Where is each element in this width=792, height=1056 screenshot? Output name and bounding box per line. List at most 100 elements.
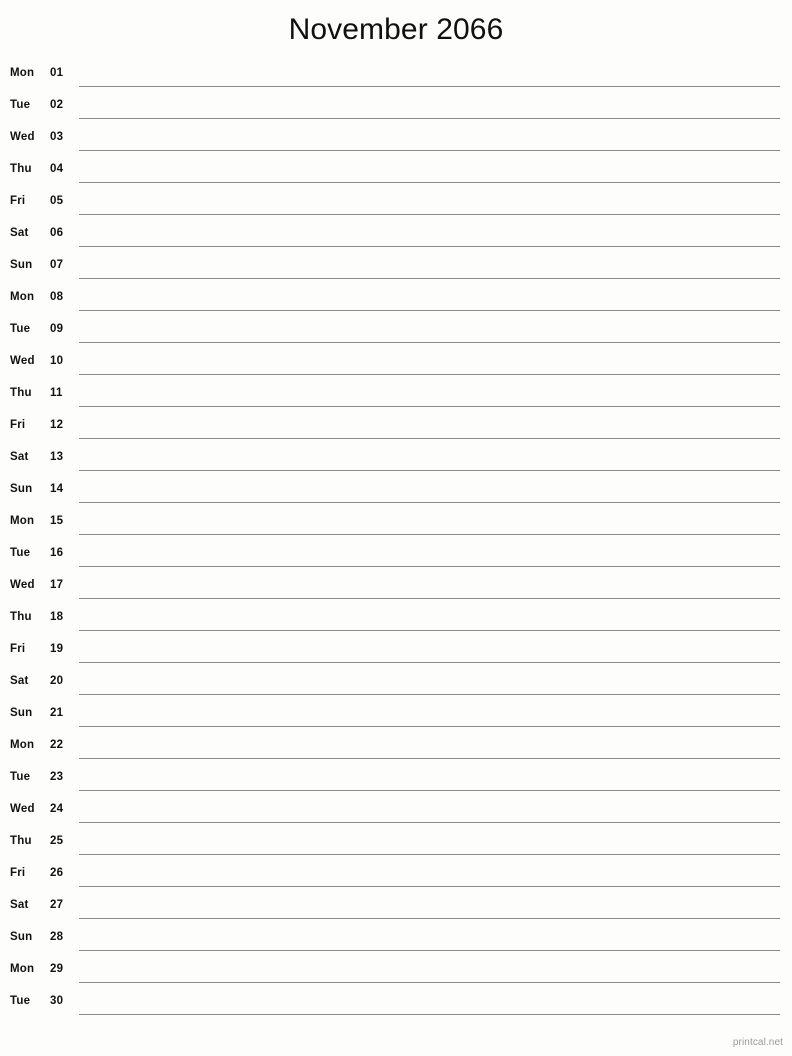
weekday-label: Fri xyxy=(10,419,26,431)
day-row[interactable]: Wed 10 xyxy=(0,348,792,380)
day-row[interactable]: Mon 08 xyxy=(0,284,792,316)
day-row[interactable]: Fri 05 xyxy=(0,188,792,220)
day-writing-line[interactable] xyxy=(79,1014,780,1015)
day-row[interactable]: Tue 09 xyxy=(0,316,792,348)
day-writing-line[interactable] xyxy=(79,214,780,215)
day-row[interactable]: Mon 01 xyxy=(0,60,792,92)
day-row[interactable]: Mon 15 xyxy=(0,508,792,540)
weekday-label: Thu xyxy=(10,835,32,847)
day-number-label: 21 xyxy=(50,707,64,719)
weekday-label: Tue xyxy=(10,771,31,783)
day-row-labels: Fri 05 xyxy=(0,188,79,220)
day-writing-line[interactable] xyxy=(79,790,780,791)
day-row-labels: Sun 14 xyxy=(0,476,79,508)
day-row[interactable]: Wed 24 xyxy=(0,796,792,828)
day-number-label: 07 xyxy=(50,259,64,271)
day-writing-line[interactable] xyxy=(79,854,780,855)
day-row-labels: Fri 26 xyxy=(0,860,79,892)
day-writing-line[interactable] xyxy=(79,310,780,311)
day-row[interactable]: Fri 12 xyxy=(0,412,792,444)
day-row[interactable]: Sat 27 xyxy=(0,892,792,924)
day-number-label: 17 xyxy=(50,579,64,591)
day-row[interactable]: Wed 17 xyxy=(0,572,792,604)
day-row[interactable]: Tue 23 xyxy=(0,764,792,796)
weekday-label: Sat xyxy=(10,675,29,687)
day-row-labels: Mon 15 xyxy=(0,508,79,540)
weekday-label: Mon xyxy=(10,739,35,751)
day-row[interactable]: Sun 28 xyxy=(0,924,792,956)
day-row[interactable]: Sat 13 xyxy=(0,444,792,476)
day-writing-line[interactable] xyxy=(79,598,780,599)
day-row[interactable]: Mon 29 xyxy=(0,956,792,988)
weekday-label: Sat xyxy=(10,227,29,239)
page-title: November 2066 xyxy=(288,13,504,46)
day-row-labels: Mon 01 xyxy=(0,60,79,92)
day-writing-line[interactable] xyxy=(79,982,780,983)
day-number-label: 02 xyxy=(50,99,64,111)
day-writing-line[interactable] xyxy=(79,534,780,535)
day-row[interactable]: Sat 06 xyxy=(0,220,792,252)
day-writing-line[interactable] xyxy=(79,278,780,279)
day-number-label: 25 xyxy=(50,835,64,847)
weekday-label: Wed xyxy=(10,579,35,591)
day-row[interactable]: Tue 16 xyxy=(0,540,792,572)
weekday-label: Wed xyxy=(10,131,35,143)
day-row-labels: Fri 12 xyxy=(0,412,79,444)
day-row[interactable]: Thu 11 xyxy=(0,380,792,412)
day-writing-line[interactable] xyxy=(79,406,780,407)
weekday-label: Sun xyxy=(10,259,33,271)
day-number-label: 28 xyxy=(50,931,64,943)
day-row[interactable]: Tue 02 xyxy=(0,92,792,124)
day-row-labels: Thu 04 xyxy=(0,156,79,188)
day-row[interactable]: Mon 22 xyxy=(0,732,792,764)
day-number-label: 24 xyxy=(50,803,64,815)
weekday-label: Wed xyxy=(10,355,35,367)
day-row[interactable]: Fri 26 xyxy=(0,860,792,892)
weekday-label: Wed xyxy=(10,803,35,815)
day-number-label: 13 xyxy=(50,451,64,463)
day-row[interactable]: Sun 14 xyxy=(0,476,792,508)
day-writing-line[interactable] xyxy=(79,950,780,951)
day-writing-line[interactable] xyxy=(79,726,780,727)
day-writing-line[interactable] xyxy=(79,630,780,631)
day-row-labels: Sun 28 xyxy=(0,924,79,956)
weekday-label: Mon xyxy=(10,963,35,975)
day-writing-line[interactable] xyxy=(79,886,780,887)
day-row[interactable]: Tue 30 xyxy=(0,988,792,1020)
day-writing-line[interactable] xyxy=(79,566,780,567)
day-writing-line[interactable] xyxy=(79,918,780,919)
day-row[interactable]: Thu 04 xyxy=(0,156,792,188)
day-row[interactable]: Fri 19 xyxy=(0,636,792,668)
day-writing-line[interactable] xyxy=(79,118,780,119)
day-writing-line[interactable] xyxy=(79,182,780,183)
day-row[interactable]: Sun 21 xyxy=(0,700,792,732)
day-writing-line[interactable] xyxy=(79,438,780,439)
weekday-label: Tue xyxy=(10,99,31,111)
day-writing-line[interactable] xyxy=(79,342,780,343)
day-row[interactable]: Wed 03 xyxy=(0,124,792,156)
day-writing-line[interactable] xyxy=(79,758,780,759)
weekday-label: Tue xyxy=(10,995,31,1007)
day-row[interactable]: Sun 07 xyxy=(0,252,792,284)
day-writing-line[interactable] xyxy=(79,86,780,87)
weekday-label: Sun xyxy=(10,483,33,495)
day-row-labels: Wed 17 xyxy=(0,572,79,604)
day-writing-line[interactable] xyxy=(79,502,780,503)
day-writing-line[interactable] xyxy=(79,246,780,247)
day-writing-line[interactable] xyxy=(79,662,780,663)
weekday-label: Mon xyxy=(10,67,35,79)
day-writing-line[interactable] xyxy=(79,470,780,471)
weekday-label: Tue xyxy=(10,323,31,335)
day-number-label: 09 xyxy=(50,323,64,335)
day-row-labels: Tue 23 xyxy=(0,764,79,796)
day-row[interactable]: Thu 18 xyxy=(0,604,792,636)
day-writing-line[interactable] xyxy=(79,150,780,151)
day-row[interactable]: Thu 25 xyxy=(0,828,792,860)
day-number-label: 26 xyxy=(50,867,64,879)
day-writing-line[interactable] xyxy=(79,374,780,375)
day-writing-line[interactable] xyxy=(79,694,780,695)
day-number-label: 10 xyxy=(50,355,64,367)
day-row[interactable]: Sat 20 xyxy=(0,668,792,700)
day-writing-line[interactable] xyxy=(79,822,780,823)
day-number-label: 06 xyxy=(50,227,64,239)
